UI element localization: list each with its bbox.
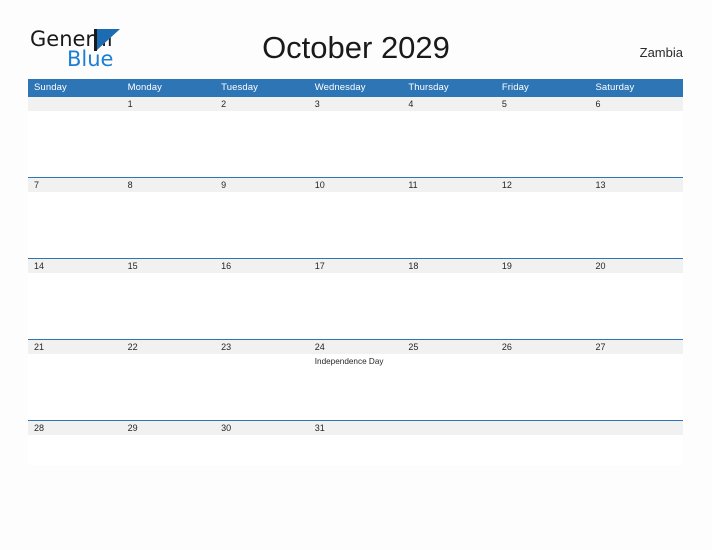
day-cell-number[interactable]: 12 [496, 178, 590, 192]
weekday-header-row: Sunday Monday Tuesday Wednesday Thursday… [28, 79, 683, 96]
weekday-wednesday: Wednesday [314, 82, 366, 93]
week-date-band: 7 8 9 10 11 12 13 [28, 178, 683, 192]
weekday-thursday: Thursday [408, 82, 449, 93]
day-cell-number[interactable]: 29 [122, 421, 216, 435]
day-cell-number[interactable] [28, 97, 122, 111]
day-cell-number[interactable]: 18 [402, 259, 496, 273]
day-cell-events[interactable] [402, 435, 496, 465]
day-cell-events[interactable] [402, 192, 496, 258]
day-cell-events[interactable] [122, 435, 216, 465]
day-cell-number[interactable]: 27 [589, 340, 683, 354]
day-cell-number[interactable]: 3 [309, 97, 403, 111]
day-cell-events[interactable] [402, 111, 496, 177]
week-event-band [28, 435, 683, 465]
day-cell-number[interactable] [402, 421, 496, 435]
day-cell-number[interactable]: 10 [309, 178, 403, 192]
page-header: General Blue October 2029 Zambia [0, 0, 712, 76]
day-cell-events[interactable] [28, 111, 122, 177]
day-cell-number[interactable]: 15 [122, 259, 216, 273]
day-cell-events[interactable] [496, 192, 590, 258]
day-cell-number[interactable]: 8 [122, 178, 216, 192]
day-cell-number[interactable]: 21 [28, 340, 122, 354]
calendar-week-row: 28 29 30 31 [28, 420, 683, 465]
day-cell-events[interactable] [589, 111, 683, 177]
day-cell-number[interactable]: 22 [122, 340, 216, 354]
day-cell-events[interactable] [496, 354, 590, 420]
day-cell-events[interactable] [122, 192, 216, 258]
week-event-band [28, 192, 683, 258]
day-cell-number[interactable]: 28 [28, 421, 122, 435]
day-cell-number[interactable] [589, 421, 683, 435]
day-cell-events[interactable] [309, 192, 403, 258]
weekday-monday: Monday [127, 82, 162, 93]
day-cell-number[interactable]: 4 [402, 97, 496, 111]
day-cell-number[interactable]: 31 [309, 421, 403, 435]
day-cell-events[interactable] [589, 354, 683, 420]
day-cell-events[interactable] [122, 354, 216, 420]
day-cell-number[interactable]: 1 [122, 97, 216, 111]
event-label: Independence Day [314, 357, 384, 366]
day-cell-events[interactable] [215, 111, 309, 177]
week-date-band: 1 2 3 4 5 6 [28, 97, 683, 111]
day-cell-events[interactable] [122, 111, 216, 177]
week-event-band [28, 273, 683, 339]
day-cell-events-independence-day[interactable]: Independence Day [309, 354, 403, 420]
page-title: October 2029 [262, 30, 450, 65]
weekday-tuesday: Tuesday [221, 82, 258, 93]
day-cell-number[interactable]: 7 [28, 178, 122, 192]
day-cell-number[interactable]: 17 [309, 259, 403, 273]
day-cell-number[interactable]: 6 [589, 97, 683, 111]
week-date-band: 21 22 23 24 25 26 27 [28, 340, 683, 354]
day-cell-events[interactable] [215, 354, 309, 420]
day-cell-events[interactable] [122, 273, 216, 339]
weekday-saturday: Saturday [595, 82, 635, 93]
day-cell-events[interactable] [28, 273, 122, 339]
calendar-week-row: 1 2 3 4 5 6 [28, 96, 683, 177]
weekday-sunday: Sunday [34, 82, 67, 93]
country-label: Zambia [639, 45, 683, 60]
day-cell-number[interactable]: 20 [589, 259, 683, 273]
day-cell-events[interactable] [496, 111, 590, 177]
week-event-band [28, 111, 683, 177]
calendar-week-row: 7 8 9 10 11 12 13 [28, 177, 683, 258]
day-cell-events[interactable] [402, 354, 496, 420]
day-cell-number[interactable]: 23 [215, 340, 309, 354]
day-cell-number[interactable]: 2 [215, 97, 309, 111]
day-cell-events[interactable] [589, 273, 683, 339]
day-cell-number[interactable]: 16 [215, 259, 309, 273]
day-cell-number[interactable]: 25 [402, 340, 496, 354]
day-cell-events[interactable] [215, 273, 309, 339]
weekday-friday: Friday [501, 82, 529, 93]
day-cell-events[interactable] [496, 435, 590, 465]
day-cell-number[interactable] [496, 421, 590, 435]
day-cell-number[interactable]: 11 [402, 178, 496, 192]
day-cell-number[interactable]: 9 [215, 178, 309, 192]
calendar-grid: Sunday Monday Tuesday Wednesday Thursday… [28, 79, 683, 465]
day-cell-events[interactable] [309, 111, 403, 177]
day-cell-events[interactable] [28, 192, 122, 258]
calendar-week-row: 21 22 23 24 25 26 27 Independence Day [28, 339, 683, 420]
day-cell-events[interactable] [496, 273, 590, 339]
calendar-week-row: 14 15 16 17 18 19 20 [28, 258, 683, 339]
day-cell-events[interactable] [589, 435, 683, 465]
day-cell-number[interactable]: 19 [496, 259, 590, 273]
day-cell-number[interactable]: 14 [28, 259, 122, 273]
day-cell-events[interactable] [589, 192, 683, 258]
calendar-page: General Blue October 2029 Zambia Sunday … [0, 0, 712, 550]
day-cell-events[interactable] [28, 354, 122, 420]
day-cell-number[interactable]: 24 [309, 340, 403, 354]
day-cell-events[interactable] [309, 273, 403, 339]
day-cell-events[interactable] [215, 192, 309, 258]
week-date-band: 14 15 16 17 18 19 20 [28, 259, 683, 273]
day-cell-events[interactable] [215, 435, 309, 465]
day-cell-number[interactable]: 26 [496, 340, 590, 354]
week-date-band: 28 29 30 31 [28, 421, 683, 435]
day-cell-events[interactable] [309, 435, 403, 465]
day-cell-number[interactable]: 13 [589, 178, 683, 192]
day-cell-number[interactable]: 30 [215, 421, 309, 435]
day-cell-events[interactable] [28, 435, 122, 465]
day-cell-number[interactable]: 5 [496, 97, 590, 111]
day-cell-events[interactable] [402, 273, 496, 339]
week-event-band: Independence Day [28, 354, 683, 420]
